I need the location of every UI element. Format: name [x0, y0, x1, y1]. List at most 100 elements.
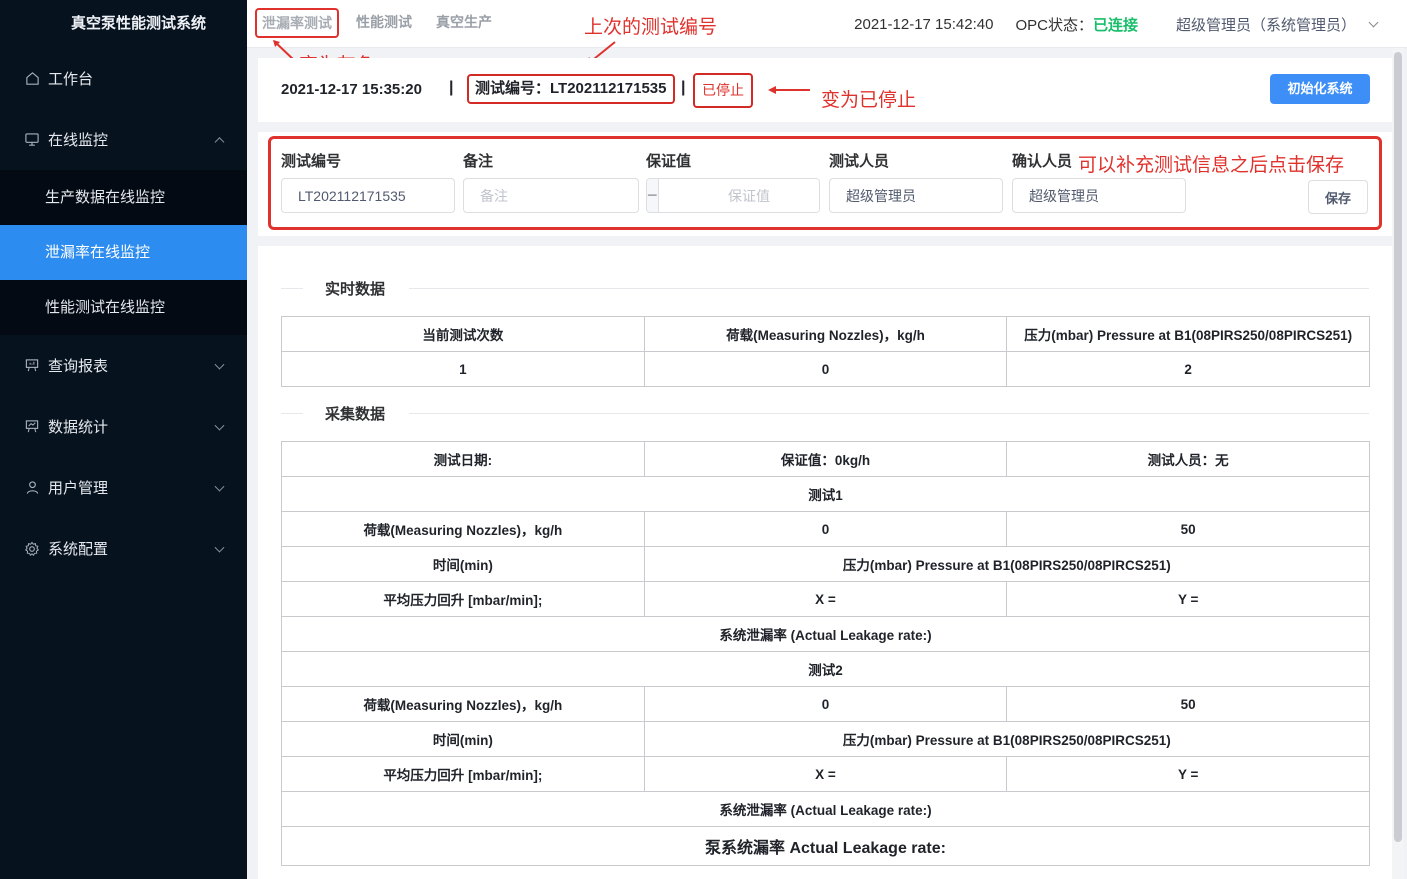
- tester-cell: 测试人员：无: [1006, 441, 1370, 477]
- divider-line: [281, 288, 303, 289]
- table-row: 测试1: [281, 476, 1370, 512]
- monitor-icon: [24, 132, 40, 148]
- value-cell: 1: [281, 351, 645, 387]
- realtime-table: 当前测试次数 荷载(Measuring Nozzles)，kg/h 压力(mba…: [281, 316, 1370, 387]
- sidebar-item-label: 数据统计: [48, 419, 109, 436]
- tab-leakage-test[interactable]: 泄漏率测试: [255, 8, 339, 38]
- user-name: 超级管理员（系统管理员）: [1175, 17, 1356, 34]
- guarantee-input[interactable]: [658, 179, 819, 212]
- table-row: 时间(min) 压力(mbar) Pressure at B1(08PIRS25…: [281, 546, 1371, 582]
- annotation-save-hint: 可以补充测试信息之后点击保存: [1078, 155, 1345, 176]
- label-cell: 时间(min): [281, 546, 645, 582]
- table-row: 时间(min) 压力(mbar) Pressure at B1(08PIRS25…: [281, 721, 1371, 757]
- header-cell: 荷载(Measuring Nozzles)，kg/h: [643, 316, 1008, 352]
- value-cell: Y =: [1006, 756, 1370, 792]
- chart-board-icon: [24, 419, 40, 435]
- test-number-display: 测试编号：LT202112171535: [467, 74, 675, 104]
- annotation-last-test-number: 上次的测试编号: [584, 17, 718, 38]
- label-cell: 时间(min): [281, 721, 645, 757]
- value-cell: 0: [643, 686, 1008, 722]
- tester-label: 测试人员: [829, 153, 890, 170]
- sidebar: 真空泵性能测试系统 工作台 在线监控 生产数据在线监控 泄漏率在线监控 性能测试…: [0, 0, 247, 879]
- app-title: 真空泵性能测试系统: [70, 15, 206, 32]
- section-divider-realtime: 实时数据: [281, 278, 1369, 298]
- confirmer-input[interactable]: [1012, 178, 1186, 213]
- guarantee-label: 保证值: [646, 153, 692, 170]
- sidebar-item-label: 在线监控: [48, 132, 109, 149]
- table-row: 荷载(Measuring Nozzles)，kg/h 0 50: [281, 511, 1370, 547]
- pressure-label-cell: 压力(mbar) Pressure at B1(08PIRS250/08PIRC…: [643, 546, 1371, 582]
- table-row: 泵系统漏率 Actual Leakage rate:: [281, 826, 1370, 866]
- opc-status-badge: 已连接: [1092, 17, 1138, 34]
- sidebar-item-reports[interactable]: 查询报表: [0, 335, 247, 396]
- section-title-realtime: 实时数据: [325, 281, 386, 298]
- chevron-up-icon: [214, 136, 225, 147]
- decrement-button[interactable]: −: [647, 179, 659, 212]
- label-cell: 平均压力回升 [mbar/min];: [281, 581, 645, 617]
- tester-input[interactable]: [829, 178, 1003, 213]
- value-cell: 50: [1006, 511, 1370, 547]
- test-title-cell: 测试1: [281, 476, 1370, 512]
- annotation-stopped: 变为已停止: [821, 90, 917, 111]
- divider-line: [281, 413, 303, 414]
- annotation-arrow-stopped: [768, 86, 810, 94]
- gear-icon: [24, 541, 40, 557]
- test-number-label: 测试编号: [281, 153, 342, 170]
- label-cell: 荷载(Measuring Nozzles)，kg/h: [281, 511, 645, 547]
- tab-performance-test[interactable]: 性能测试: [349, 8, 419, 38]
- table-row: 测试2: [281, 651, 1370, 687]
- tab-bar: 泄漏率测试 性能测试 真空生产: [255, 8, 509, 38]
- chevron-down-icon: [214, 359, 225, 370]
- test-info-form: 测试编号 备注 保证值 − + 测试人员 确认人员 可以补充测试信息之后点击保存…: [258, 132, 1392, 236]
- pump-leak-rate-cell: 泵系统漏率 Actual Leakage rate:: [281, 826, 1370, 866]
- divider-line: [409, 413, 1369, 414]
- value-cell: Y =: [1006, 581, 1370, 617]
- init-system-button[interactable]: 初始化系统: [1270, 74, 1370, 104]
- test-state-badge: 已停止: [693, 73, 753, 108]
- scrollbar-thumb[interactable]: [1394, 52, 1402, 842]
- remark-input[interactable]: [463, 178, 639, 213]
- sidebar-item-statistics[interactable]: 数据统计: [0, 396, 247, 457]
- sidebar-item-production-monitor[interactable]: 生产数据在线监控: [0, 170, 247, 225]
- user-icon: [24, 480, 40, 496]
- separator: |: [681, 79, 686, 96]
- sidebar-item-label: 工作台: [48, 71, 94, 88]
- test-date-cell: 测试日期:: [281, 441, 645, 477]
- sidebar-item-leakage-monitor[interactable]: 泄漏率在线监控: [0, 225, 247, 280]
- sidebar-item-users[interactable]: 用户管理: [0, 457, 247, 518]
- section-divider-collected: 采集数据: [281, 403, 1369, 423]
- chevron-down-icon: [214, 542, 225, 553]
- user-menu[interactable]: 超级管理员（系统管理员）: [1175, 14, 1379, 35]
- header-cell: 压力(mbar) Pressure at B1(08PIRS250/08PIRC…: [1006, 316, 1370, 352]
- sidebar-item-label: 用户管理: [48, 480, 109, 497]
- test-number-input[interactable]: [281, 178, 455, 213]
- field-tester: 测试人员: [829, 150, 1003, 213]
- sidebar-item-settings[interactable]: 系统配置: [0, 518, 247, 579]
- label-cell: 平均压力回升 [mbar/min];: [281, 756, 645, 792]
- field-remark: 备注: [463, 150, 639, 213]
- table-row: 系统泄漏率 (Actual Leakage rate:): [281, 616, 1370, 652]
- guarantee-stepper: − +: [646, 178, 820, 213]
- separator: |: [449, 79, 454, 96]
- sidebar-item-workbench[interactable]: 工作台: [0, 48, 247, 109]
- value-cell: X =: [643, 756, 1008, 792]
- remark-label: 备注: [463, 153, 494, 170]
- table-row: 测试日期: 保证值：0kg/h 测试人员：无: [281, 441, 1370, 477]
- value-cell: X =: [643, 581, 1008, 617]
- tab-vacuum-production[interactable]: 真空生产: [429, 8, 499, 38]
- header-cell: 当前测试次数: [281, 316, 645, 352]
- main-content: 2021-12-17 15:35:20 | 测试编号：LT20211217153…: [258, 58, 1392, 879]
- chevron-down-icon: [214, 420, 225, 431]
- test-start-time: 2021-12-17 15:35:20: [281, 81, 422, 98]
- sidebar-item-performance-monitor[interactable]: 性能测试在线监控: [0, 280, 247, 335]
- report-board-icon: [24, 358, 40, 374]
- table-row: 平均压力回升 [mbar/min]; X = Y =: [281, 581, 1370, 617]
- value-cell: 2: [1006, 351, 1370, 387]
- label-cell: 荷载(Measuring Nozzles)，kg/h: [281, 686, 645, 722]
- table-row: 系统泄漏率 (Actual Leakage rate:): [281, 791, 1370, 827]
- test-title-cell: 测试2: [281, 651, 1370, 687]
- leak-rate-cell: 系统泄漏率 (Actual Leakage rate:): [281, 791, 1370, 827]
- save-button[interactable]: 保存: [1308, 180, 1368, 214]
- leak-rate-cell: 系统泄漏率 (Actual Leakage rate:): [281, 616, 1370, 652]
- sidebar-item-online-monitor[interactable]: 在线监控: [0, 109, 247, 170]
